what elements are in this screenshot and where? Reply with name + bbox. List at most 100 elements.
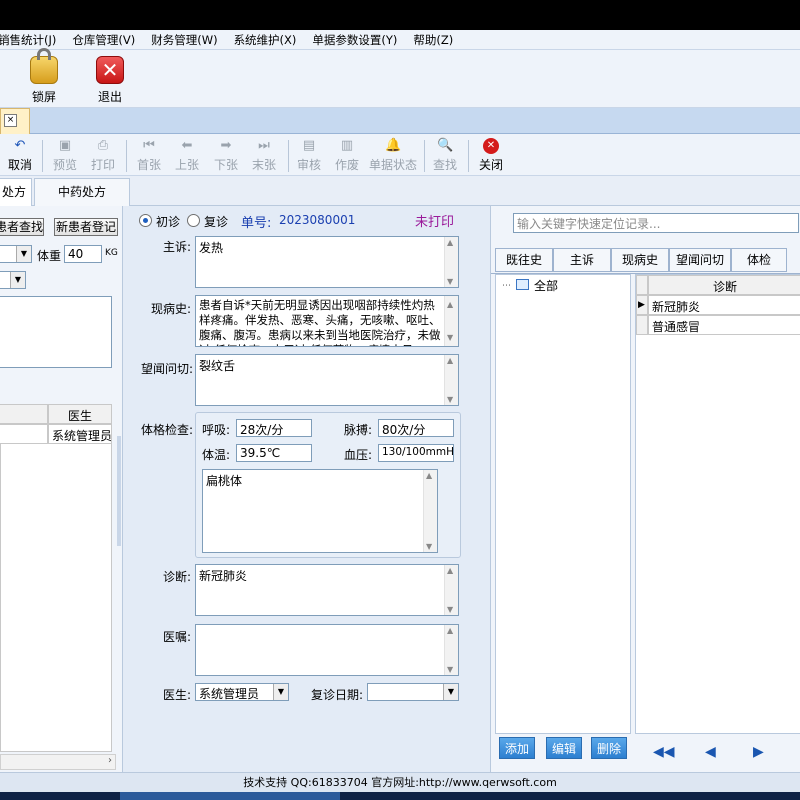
menu-warehouse[interactable]: 仓库管理(V): [70, 32, 137, 48]
diagnosis-template-grid: 诊断 ▶ 新冠肺炎 普通感冒: [635, 274, 800, 734]
temperature-label: 体温:: [202, 448, 231, 462]
radio-follow-up[interactable]: [187, 214, 200, 227]
audit-button[interactable]: ▤ 审核: [296, 138, 322, 174]
tab-inspection[interactable]: 望闻问切: [669, 248, 731, 272]
last-button[interactable]: ⏭ 末张: [251, 138, 277, 174]
chevron-down-icon: ▼: [443, 684, 458, 700]
row-selector: [636, 315, 648, 335]
nav-next-icon[interactable]: ▶: [753, 744, 764, 760]
respiration-input[interactable]: 28次/分: [236, 419, 312, 437]
exit-button[interactable]: ✕ 退出: [82, 54, 138, 104]
vertical-scrollbar[interactable]: ▲ ▼: [444, 355, 458, 405]
void-label: 作废: [334, 158, 359, 172]
tab-prescription[interactable]: 处方: [0, 178, 32, 206]
cancel-button[interactable]: ↶ 取消: [8, 138, 32, 174]
blood-pressure-input[interactable]: 130/100mmHg: [378, 444, 454, 462]
history-field[interactable]: 患者自诉*天前无明显诱因出现咽部持续性灼热样疼痛。伴发热、恶寒、头痛，无咳嗽、呕…: [195, 295, 459, 347]
tab-exam[interactable]: 体检: [731, 248, 787, 272]
grid-cell-blank[interactable]: [0, 424, 48, 444]
first-button[interactable]: ⏮ 首张: [136, 138, 162, 174]
tab-present-history[interactable]: 现病史: [611, 248, 669, 272]
find-button[interactable]: 🔍 查找: [432, 138, 458, 174]
first-label: 首张: [136, 158, 161, 172]
grid-row-diagnosis-2[interactable]: 普通感冒: [648, 315, 800, 335]
document-tab-strip: [0, 108, 800, 134]
doc-status-button[interactable]: 🔔 单据状态: [369, 138, 417, 174]
preview-label: 预览: [52, 158, 77, 172]
grid-cell-doctor[interactable]: 系统管理员: [48, 424, 112, 444]
gender-select[interactable]: ▼: [0, 245, 32, 263]
menu-doc-params[interactable]: 单据参数设置(Y): [310, 32, 399, 48]
vertical-scrollbar[interactable]: ▲ ▼: [423, 470, 437, 552]
audit-icon: ▤: [302, 138, 316, 153]
close-button[interactable]: ✕ 关闭: [478, 138, 504, 174]
exam-note-text: 扁桃体: [206, 474, 243, 488]
tree-root-all[interactable]: 全部: [534, 277, 558, 294]
delete-template-button[interactable]: 删除: [591, 737, 627, 759]
arrow-right-icon: ➡: [220, 138, 232, 153]
pulse-input[interactable]: 80次/分: [378, 419, 454, 437]
toolbar-separator: [468, 140, 469, 172]
padlock-icon: [30, 48, 58, 84]
lock-screen-button[interactable]: 锁屏: [16, 48, 72, 104]
weight-unit: KG: [105, 248, 118, 258]
prev-button[interactable]: ⬅ 上张: [174, 138, 200, 174]
folder-icon: [516, 279, 529, 290]
next-button[interactable]: ➡ 下张: [213, 138, 239, 174]
exam-label: 体格检查:: [141, 423, 194, 437]
radio-first-visit[interactable]: [139, 214, 152, 227]
history-label: 现病史:: [151, 302, 192, 316]
advice-label: 医嘱:: [163, 630, 192, 644]
patient-note-area[interactable]: [0, 296, 112, 368]
menu-system[interactable]: 系统维护(X): [232, 32, 299, 48]
tab-close-icon[interactable]: ×: [4, 114, 17, 127]
print-button[interactable]: ⎙ 打印: [90, 138, 116, 174]
diagnosis-label: 诊断:: [163, 570, 192, 584]
patient-type-select[interactable]: ▼: [0, 271, 26, 289]
first-visit-label: 初诊: [156, 215, 181, 229]
advice-field[interactable]: ▲ ▼: [195, 624, 459, 676]
doctor-select[interactable]: 系统管理员 ▼: [195, 683, 289, 701]
find-patient-button[interactable]: 患者查找: [0, 218, 44, 236]
status-bar: 技术支持 QQ:61833704 官方网址:http://www.qerwsof…: [0, 772, 800, 792]
add-template-button[interactable]: 添加: [499, 737, 535, 759]
nav-first-icon[interactable]: ◀◀: [653, 744, 675, 760]
diagnosis-field[interactable]: 新冠肺炎 ▲ ▼: [195, 564, 459, 616]
diagnosis-text: 新冠肺炎: [199, 569, 248, 583]
pulse-label: 脉搏:: [344, 423, 373, 437]
menu-finance[interactable]: 财务管理(W): [149, 32, 219, 48]
menu-help[interactable]: 帮助(Z): [411, 32, 455, 48]
grid-header-doctor: 医生: [48, 404, 112, 424]
menu-sales-stats[interactable]: 销售统计(J): [0, 32, 58, 48]
visit-record-grid[interactable]: [0, 444, 112, 752]
grid-row-diagnosis-1[interactable]: 新冠肺炎: [648, 295, 800, 315]
nav-prev-icon[interactable]: ◀: [705, 744, 716, 760]
tab-past-history[interactable]: 既往史: [495, 248, 553, 272]
template-tab-strip: 既往史 主诉 现病史 望闻问切 体检: [491, 246, 800, 274]
cancel-label: 取消: [8, 158, 33, 172]
toolbar-separator: [42, 140, 43, 172]
edit-template-button[interactable]: 编辑: [546, 737, 582, 759]
grid-header-diagnosis: 诊断: [648, 275, 800, 295]
revisit-date-picker[interactable]: ▼: [367, 683, 459, 701]
splitter-handle[interactable]: [117, 436, 121, 546]
void-button[interactable]: ▥ 作废: [334, 138, 360, 174]
exam-note-field[interactable]: 扁桃体 ▲ ▼: [202, 469, 438, 553]
category-tree: ⋯ 全部: [495, 274, 631, 734]
tab-complaint[interactable]: 主诉: [553, 248, 611, 272]
preview-button[interactable]: ▣ 预览: [52, 138, 78, 174]
vertical-scrollbar[interactable]: ▲ ▼: [444, 296, 458, 346]
inspection-field[interactable]: 裂纹舌 ▲ ▼: [195, 354, 459, 406]
respiration-label: 呼吸:: [202, 423, 231, 437]
complaint-field[interactable]: 发热 ▲ ▼: [195, 236, 459, 288]
horizontal-scrollbar[interactable]: ›: [0, 754, 116, 770]
find-icon: 🔍: [437, 138, 454, 153]
new-patient-button[interactable]: 新患者登记: [54, 218, 118, 236]
tab-herbal-prescription[interactable]: 中药处方: [34, 178, 130, 206]
vertical-scrollbar[interactable]: ▲ ▼: [444, 237, 458, 287]
temperature-input[interactable]: 39.5℃: [236, 444, 312, 462]
vertical-scrollbar[interactable]: ▲ ▼: [444, 565, 458, 615]
vertical-scrollbar[interactable]: ▲ ▼: [444, 625, 458, 675]
weight-input[interactable]: 40: [64, 245, 102, 263]
template-search-input[interactable]: 输入关键字快速定位记录...: [513, 213, 799, 233]
